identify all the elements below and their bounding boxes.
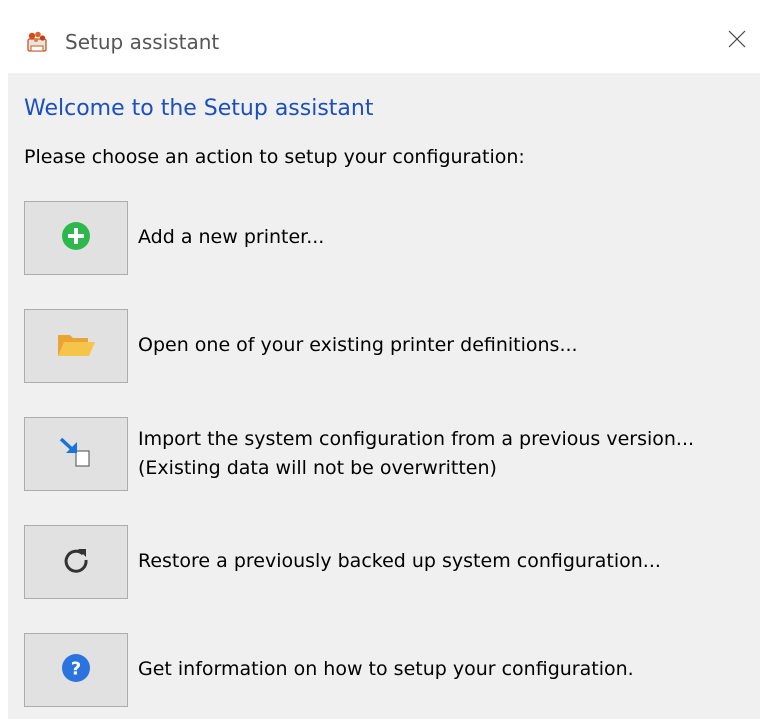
restore-backup-label: Restore a previously backed up system co…	[138, 550, 661, 572]
action-import-configuration: Import the system configuration from a p…	[24, 417, 744, 493]
action-open-definitions: Open one of your existing printer defini…	[24, 309, 744, 385]
import-icon	[56, 434, 96, 474]
welcome-heading: Welcome to the Setup assistant	[24, 96, 374, 121]
action-restore-backup: Restore a previously backed up system co…	[24, 525, 744, 601]
open-definitions-label: Open one of your existing printer defini…	[138, 334, 578, 356]
add-printer-label: Add a new printer...	[138, 226, 325, 248]
action-add-printer: Add a new printer...	[24, 201, 744, 277]
import-configuration-label: Import the system configuration from a p…	[138, 428, 695, 450]
svg-text:?: ?	[71, 659, 81, 680]
title-bar[interactable]: Setup assistant	[8, 10, 760, 73]
get-help-button[interactable]: ?	[24, 633, 128, 707]
restore-backup-button[interactable]	[24, 525, 128, 599]
background-left	[0, 10, 9, 719]
import-configuration-note: (Existing data will not be overwritten)	[138, 457, 497, 479]
instruction-text: Please choose an action to setup your co…	[24, 146, 525, 168]
background-top	[0, 0, 760, 10]
action-get-help: ? Get information on how to setup your c…	[24, 633, 744, 709]
folder-open-icon	[56, 329, 96, 363]
close-icon	[727, 29, 747, 53]
restore-icon	[61, 545, 91, 579]
get-help-label: Get information on how to setup your con…	[138, 658, 634, 680]
help-icon: ?	[61, 653, 91, 687]
setup-assistant-window: Setup assistant Welcome to the Setup ass…	[8, 10, 760, 719]
close-button[interactable]	[714, 18, 760, 64]
add-icon	[61, 221, 91, 255]
open-definitions-button[interactable]	[24, 309, 128, 383]
add-printer-button[interactable]	[24, 201, 128, 275]
import-configuration-button[interactable]	[24, 417, 128, 491]
window-title: Setup assistant	[65, 30, 220, 54]
app-printer-icon	[25, 30, 49, 54]
